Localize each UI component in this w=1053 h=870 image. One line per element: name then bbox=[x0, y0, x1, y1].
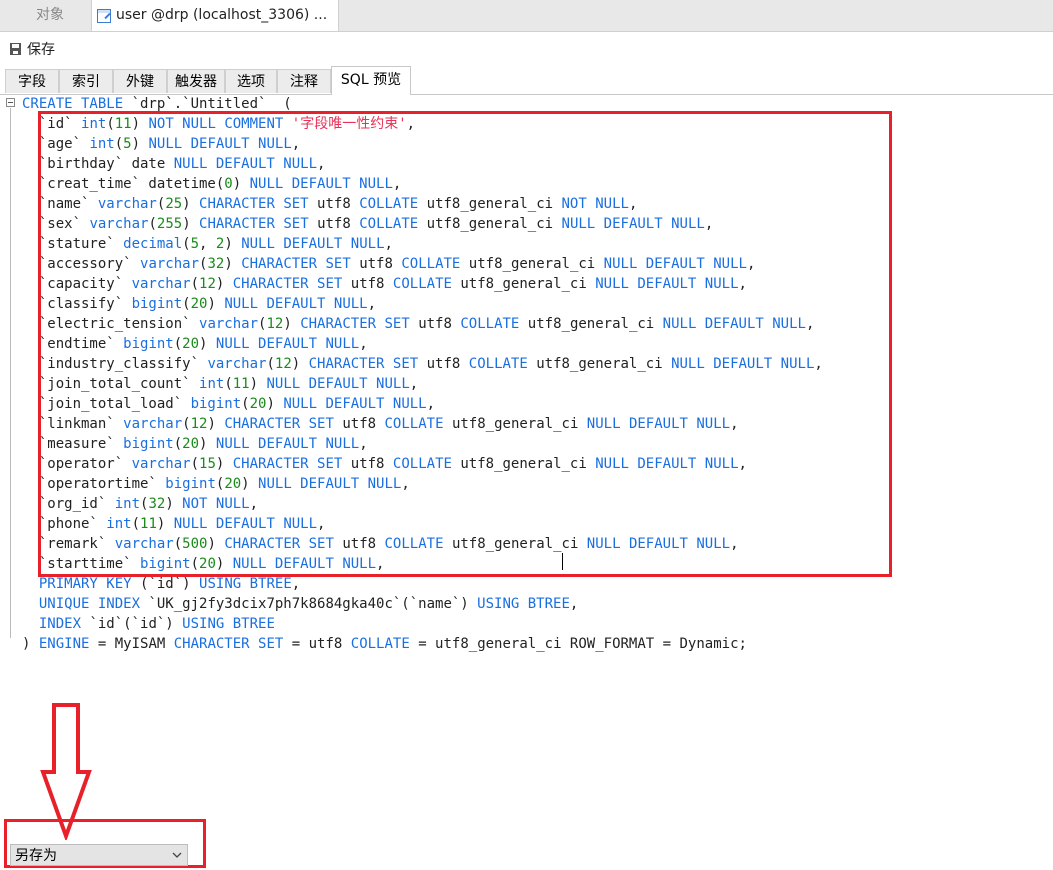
sql-token: COLLATE bbox=[350, 636, 419, 652]
save-button[interactable]: 保存 bbox=[10, 40, 55, 60]
sql-token: (`id`) bbox=[140, 576, 200, 592]
sql-token: USING BTREE bbox=[199, 576, 292, 592]
sql-token: `id`(`id`) bbox=[89, 616, 183, 632]
tab-triggers[interactable]: 触发器 bbox=[167, 69, 225, 93]
sql-token: UNIQUE INDEX bbox=[38, 596, 149, 612]
sql-token: INDEX bbox=[38, 616, 90, 632]
designer-tab-bar: 字段 索引 外键 触发器 选项 注释 SQL 预览 bbox=[0, 66, 1053, 95]
tab-foreign-keys[interactable]: 外键 bbox=[113, 69, 167, 93]
tab-fields[interactable]: 字段 bbox=[5, 69, 59, 93]
sql-code-line: ) ENGINE = MyISAM CHARACTER SET = utf8 C… bbox=[22, 634, 747, 654]
tab-indexes[interactable]: 索引 bbox=[59, 69, 113, 93]
fold-guide-line bbox=[10, 108, 11, 638]
tab-title: user @drp (localhost_3306) ... bbox=[116, 7, 328, 23]
document-tab-bar: 对象 user @drp (localhost_3306) ... bbox=[0, 0, 1053, 32]
sql-token: = MyISAM bbox=[97, 636, 174, 652]
tab-objects[interactable]: 对象 bbox=[10, 0, 90, 31]
save-as-dropdown[interactable]: 另存为 bbox=[10, 844, 188, 866]
sql-token: USING BTREE bbox=[477, 596, 570, 612]
highlight-box-columns bbox=[38, 111, 892, 577]
sql-token: , bbox=[569, 596, 579, 612]
tab-user-table-design[interactable]: user @drp (localhost_3306) ... bbox=[91, 0, 339, 31]
sql-token: = utf8_general_ci ROW_FORMAT = Dynamic; bbox=[418, 636, 747, 652]
tab-options[interactable]: 选项 bbox=[225, 69, 277, 93]
chevron-down-icon bbox=[172, 852, 182, 858]
toolbar: 保存 bbox=[0, 32, 1053, 66]
sql-code-line: INDEX `id`(`id`) USING BTREE bbox=[22, 614, 275, 634]
tab-sql-preview[interactable]: SQL 预览 bbox=[331, 66, 411, 95]
sql-token: = utf8 bbox=[291, 636, 351, 652]
sql-token: ENGINE bbox=[38, 636, 98, 652]
sql-token: USING BTREE bbox=[182, 616, 275, 632]
save-icon bbox=[10, 43, 21, 55]
sql-token: ) bbox=[22, 636, 39, 652]
sql-token: CHARACTER SET bbox=[173, 636, 292, 652]
table-design-icon bbox=[97, 9, 111, 23]
sql-token: , bbox=[291, 576, 301, 592]
save-as-label: 另存为 bbox=[15, 848, 57, 864]
sql-token: `drp`.`Untitled` ( bbox=[131, 96, 292, 112]
sql-code-line: PRIMARY KEY (`id`) USING BTREE, bbox=[22, 574, 300, 594]
sql-token: CREATE TABLE bbox=[22, 96, 132, 112]
fold-toggle-icon[interactable] bbox=[6, 98, 15, 107]
sql-token: `UK_gj2fy3dcix7ph7k8684gka40c`(`name`) bbox=[148, 596, 478, 612]
sql-code-line: UNIQUE INDEX `UK_gj2fy3dcix7ph7k8684gka4… bbox=[22, 594, 578, 614]
tab-comment[interactable]: 注释 bbox=[277, 69, 331, 93]
sql-token: PRIMARY KEY bbox=[38, 576, 141, 592]
save-label: 保存 bbox=[27, 42, 55, 58]
